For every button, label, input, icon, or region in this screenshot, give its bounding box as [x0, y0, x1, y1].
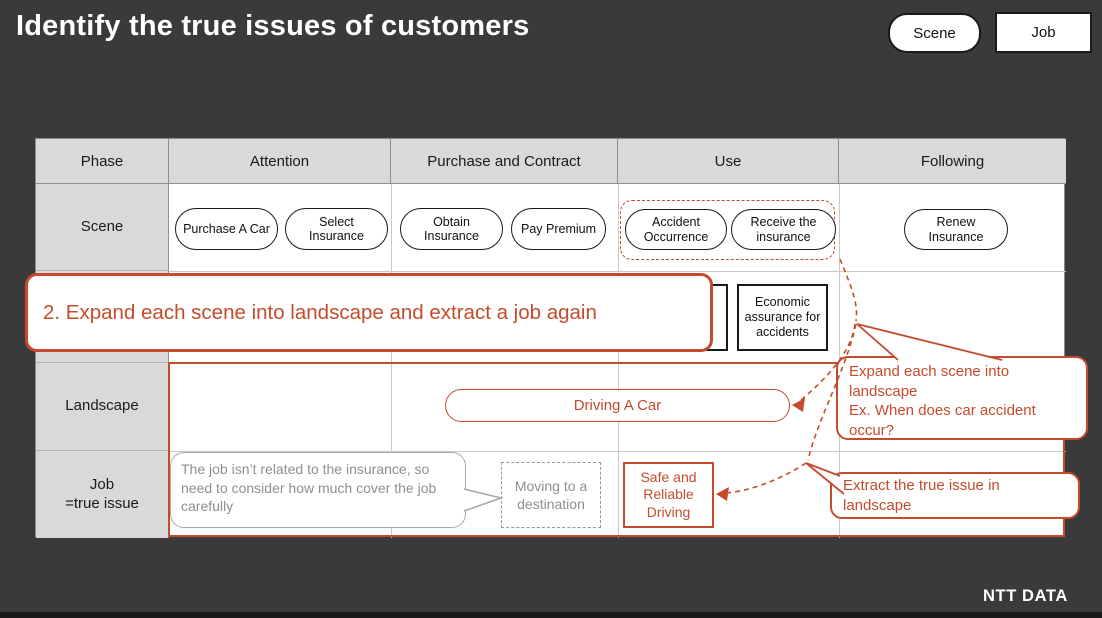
scene-pill-purchase-a-car: Purchase A Car [175, 208, 278, 250]
job-box-economic-assurance: Economic assurance for accidents [737, 284, 828, 351]
header-cell-purchase-contract: Purchase and Contract [391, 139, 618, 184]
legend-scene-shape: Scene [888, 13, 981, 53]
legend-job-shape: Job [995, 12, 1092, 53]
scene-pill-receive-the-insurance: Receive the insurance [731, 209, 836, 250]
job-box-moving-to-destination: Moving to a destination [501, 462, 601, 528]
row-label-landscape: Landscape [36, 363, 169, 451]
row-label-scene: Scene [36, 184, 169, 271]
row-divider [169, 271, 1066, 272]
header-cell-following: Following [839, 139, 1066, 184]
job-note-bubble: The job isn’t related to the insurance, … [170, 452, 466, 528]
callout-expand-scene: Expand each scene into landscape Ex. Whe… [836, 356, 1088, 440]
scene-pill-obtain-insurance: Obtain Insurance [400, 208, 503, 250]
header-cell-use: Use [618, 139, 839, 184]
step-banner: 2. Expand each scene into landscape and … [25, 273, 713, 352]
scene-pill-renew-insurance: Renew Insurance [904, 209, 1008, 250]
page-title: Identify the true issues of customers [16, 10, 530, 42]
slide: Identify the true issues of customers Sc… [0, 0, 1102, 618]
header-cell-attention: Attention [169, 139, 391, 184]
brand-logo: NTT DATA [983, 587, 1068, 605]
scene-pill-pay-premium: Pay Premium [511, 208, 606, 250]
header-cell-phase: Phase [36, 139, 169, 184]
scene-pill-accident-occurrence: Accident Occurrence [625, 209, 727, 250]
row-label-job: Job =true issue [36, 451, 169, 538]
scene-pill-select-insurance: Select Insurance [285, 208, 388, 250]
job-box-safe-reliable-driving: Safe and Reliable Driving [623, 462, 714, 528]
bottom-bar [0, 612, 1102, 618]
callout-extract-issue: Extract the true issue in landscape [830, 472, 1080, 519]
landscape-pill-driving-a-car: Driving A Car [445, 389, 790, 422]
